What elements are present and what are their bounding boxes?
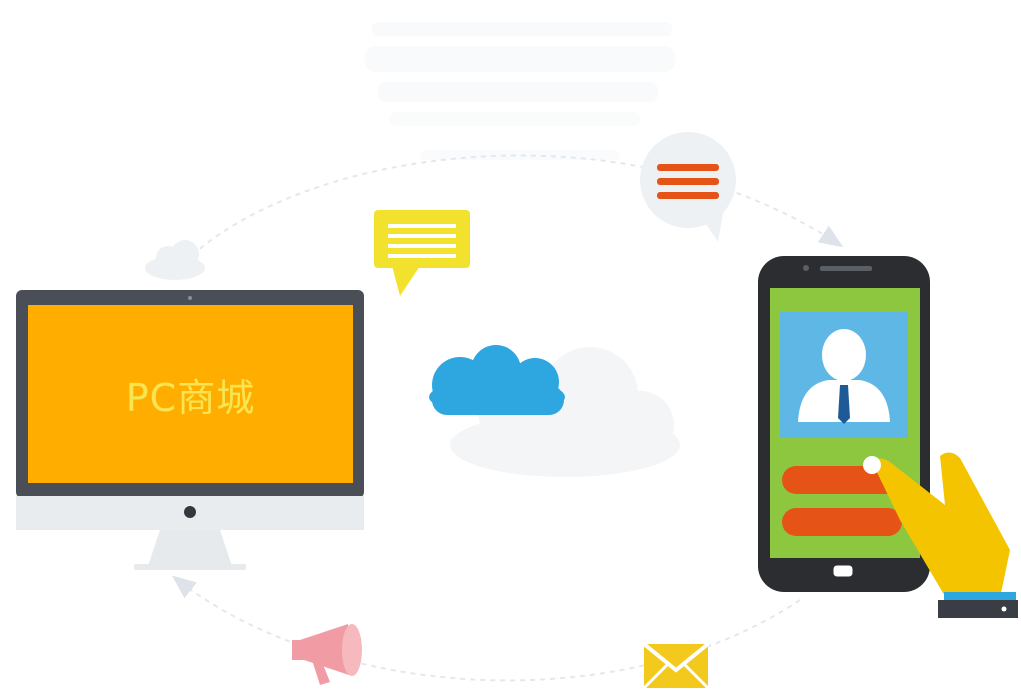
- menu-bubble-icon: [640, 132, 736, 242]
- flow-arc-top: [184, 154, 844, 263]
- faint-top-graphic: [365, 22, 675, 160]
- megaphone-icon: [292, 624, 362, 685]
- message-bubble-icon: [374, 210, 470, 296]
- monitor-screen-label: PC商城: [125, 375, 256, 420]
- cloud-icon: [429, 345, 565, 415]
- phone: [758, 256, 930, 592]
- small-cloud-icon: [145, 240, 205, 280]
- envelope-icon: [642, 642, 710, 690]
- phone-button-2: [782, 508, 902, 536]
